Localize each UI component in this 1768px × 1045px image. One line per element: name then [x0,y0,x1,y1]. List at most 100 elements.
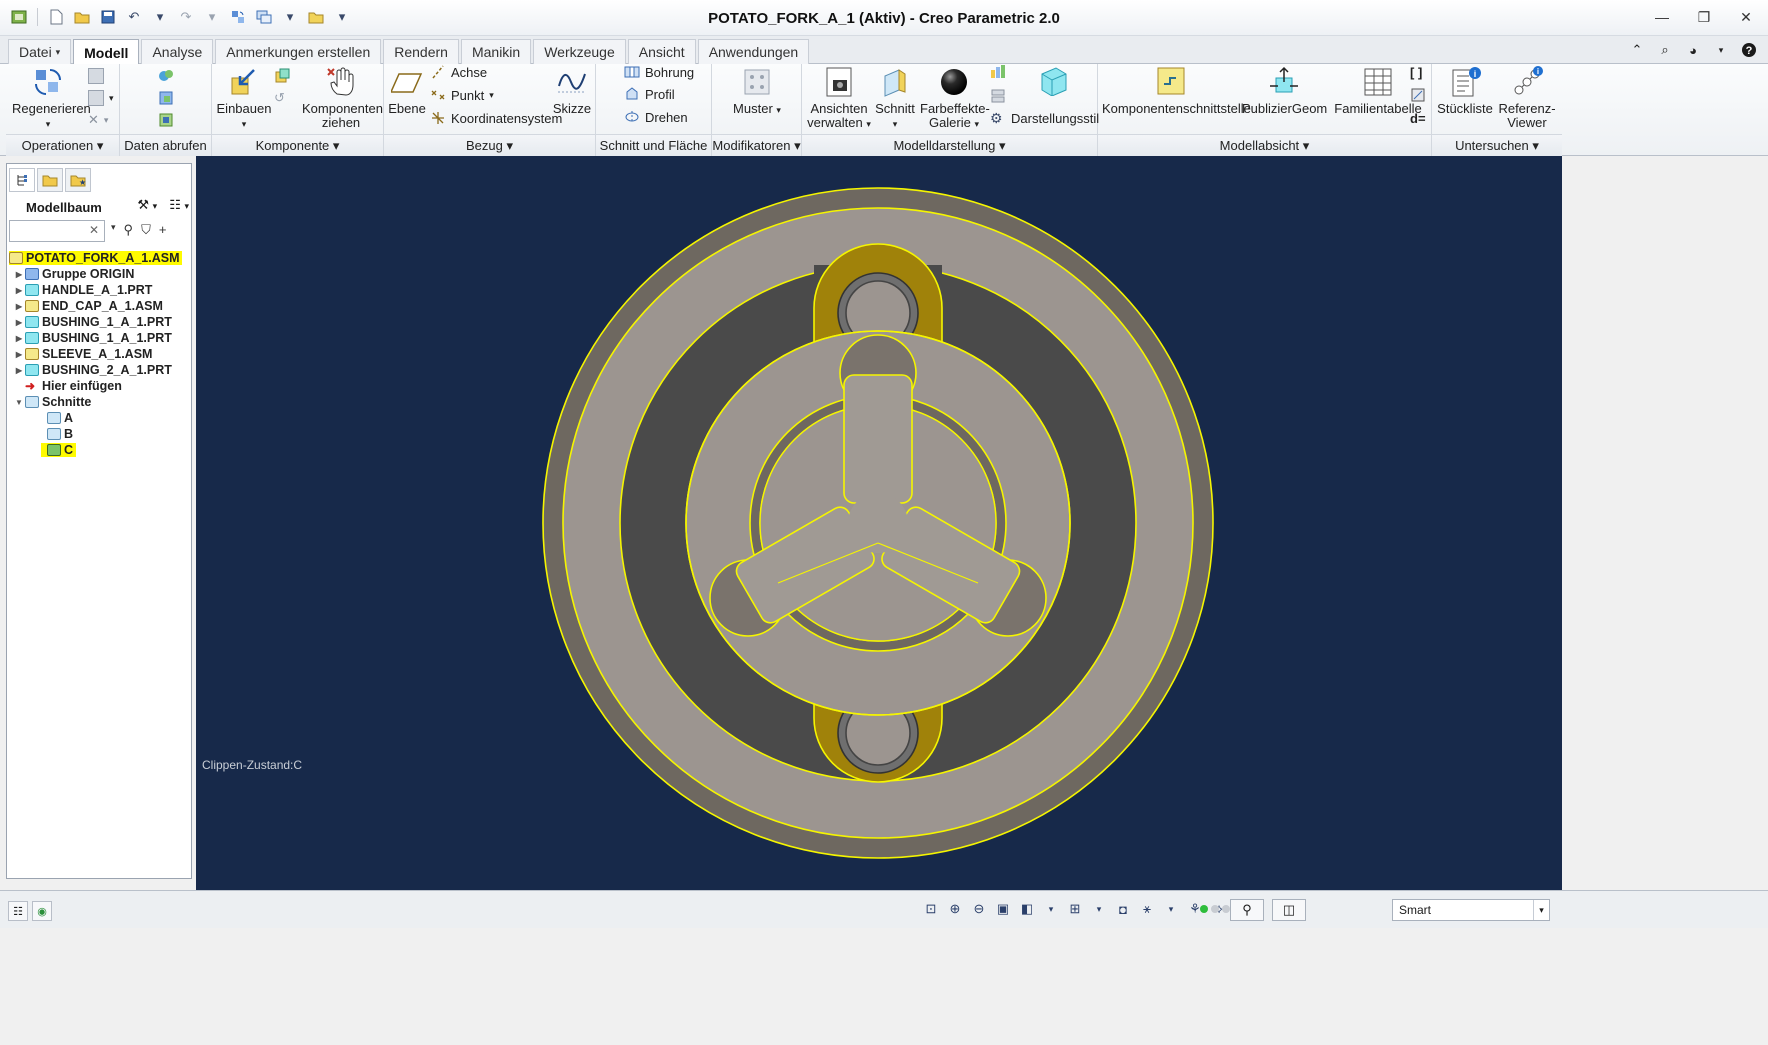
shading-cube-icon[interactable] [1034,62,1074,100]
tree-item[interactable]: ▶ Gruppe ORIGIN [7,266,193,282]
tree-item-sections[interactable]: ▼ Schnitte [7,394,193,410]
repeat-icon[interactable]: ↺ [274,88,285,108]
group-label-komponente[interactable]: Komponente ▾ [212,134,383,156]
tree-show-icon[interactable]: ☷ ▾ [169,197,189,213]
parameters-icon[interactable] [1410,85,1426,105]
model-view[interactable] [196,156,1562,890]
profil-button[interactable]: Profil [624,84,675,104]
tab-manikin[interactable]: Manikin [460,39,532,64]
datum-display-icon[interactable]: ⚹ [1138,899,1156,919]
group-label-untersuchen[interactable]: Untersuchen ▾ [1432,134,1562,156]
koordinatensystem-button[interactable]: Koordinatensystem [430,108,562,128]
datum-display-dropdown-icon[interactable]: ▾ [1162,899,1180,919]
expand-icon[interactable]: ▶ [13,302,25,311]
graphics-window[interactable]: Clippen-Zustand:C [196,156,1562,890]
selection-filter-select[interactable]: Smart ▾ [1392,899,1550,921]
community-icon[interactable]: ◕ [1684,41,1702,59]
referenz-viewer-button[interactable]: i Referenz- Viewer [1494,64,1560,130]
achse-button[interactable]: Achse [430,62,487,82]
filter-icon[interactable]: ⛉ [141,222,151,238]
komponenten-ziehen-button[interactable]: Komponenten ziehen [302,64,383,130]
tree-item-section-active[interactable]: C [7,442,193,458]
stueckliste-button[interactable]: i Stückliste [1436,64,1494,116]
group-label-daten-abrufen[interactable]: Daten abrufen ▾ [120,134,211,174]
tree-item-section[interactable]: B [7,426,193,442]
einbauen-button[interactable]: Einbauen ▾ [216,64,272,131]
expand-icon[interactable]: ▶ [13,270,25,279]
zoom-in-icon[interactable]: ⊕ [946,899,964,919]
merge-icon[interactable] [158,110,174,130]
orient-dropdown-icon[interactable]: ▾ [1042,899,1060,919]
show-navigator-icon[interactable]: ☷ [8,901,28,921]
expand-icon[interactable]: ▶ [13,334,25,343]
relations-icon[interactable]: [ ] [1410,62,1422,82]
add-column-icon[interactable]: + [159,222,167,238]
shrinkwrap-icon[interactable] [158,88,174,108]
punkt-button[interactable]: Punkt ▾ [430,85,494,105]
repaint-icon[interactable]: ▣ [994,899,1012,919]
tree-item-insert-here[interactable]: ➜ Hier einfügen [7,378,193,394]
find-binoculars-button[interactable]: ⚲ [1230,899,1264,921]
favorites-tab-icon[interactable]: ★ [65,168,91,192]
publiziergeom-button[interactable]: PublizierGeom [1242,64,1327,116]
group-label-operationen[interactable]: Operationen ▾ [6,134,119,156]
selection-box-button[interactable]: ◫ [1272,899,1306,921]
filter-dropdown-icon[interactable]: ▾ [1533,900,1549,920]
help-icon[interactable]: ? [1740,41,1758,59]
search-icon[interactable]: ⌕ [1656,41,1674,59]
saved-views-dropdown-icon[interactable]: ▾ [1090,899,1108,919]
expand-icon[interactable]: ▶ [13,286,25,295]
search-dropdown-icon[interactable]: ▾ [111,222,116,238]
switch-dimensions-icon[interactable]: d= [1410,108,1426,128]
komponentenschnittstelle-button[interactable]: Komponentenschnittstelle [1102,64,1251,116]
collapse-icon[interactable]: ▼ [13,398,25,407]
drehen-button[interactable]: Drehen [624,107,688,127]
tab-datei[interactable]: Datei ▾ [8,39,72,64]
tab-rendern[interactable]: Rendern [383,39,459,64]
expand-icon[interactable]: ▶ [13,318,25,327]
tab-ansicht[interactable]: Ansicht [627,39,696,64]
tree-item[interactable]: ▶ HANDLE_A_1.PRT [7,282,193,298]
tree-item[interactable]: ▶ END_CAP_A_1.ASM [7,298,193,314]
tab-analyse[interactable]: Analyse [141,39,214,64]
schnitt-button[interactable]: Schnitt ▾ [874,64,916,131]
folder-browser-tab-icon[interactable] [37,168,63,192]
refit-icon[interactable]: ⊡ [922,899,940,919]
delete-icon[interactable]: ✕ ▾ [88,110,108,130]
tab-modell[interactable]: Modell [73,39,140,65]
paste-icon[interactable]: ▾ [88,88,114,108]
tree-item-section[interactable]: A [7,410,193,426]
bohrung-button[interactable]: Bohrung [624,62,694,82]
tree-item[interactable]: ▶ BUSHING_1_A_1.PRT [7,330,193,346]
tree-item[interactable]: ▶ BUSHING_2_A_1.PRT [7,362,193,378]
collapse-ribbon-icon[interactable]: ⌃ [1628,41,1646,59]
tree-search-input[interactable]: ✕ [9,220,105,242]
find-binoculars-icon[interactable]: ⚲ [124,222,134,238]
create-component-icon[interactable] [274,66,290,86]
regenerieren-button[interactable]: Regenerieren ▾ [12,64,91,131]
group-label-modellabsicht[interactable]: Modellabsicht ▾ [1098,134,1431,156]
minimize-icon[interactable]: — [1650,6,1674,28]
tree-item-root[interactable]: POTATO_FORK_A_1.ASM [7,250,193,266]
group-label-modifikatoren[interactable]: Modifikatoren ▾ [712,134,801,156]
tab-werkzeuge[interactable]: Werkzeuge [533,39,626,64]
maximize-icon[interactable]: ❐ [1692,6,1716,28]
copy-icon[interactable] [88,66,104,86]
model-tree-tab-icon[interactable] [9,168,35,192]
view-manager-icon[interactable]: ◘ [1114,899,1132,919]
copy-geom-icon[interactable] [158,66,174,86]
tree-item[interactable]: ▶ BUSHING_1_A_1.PRT [7,314,193,330]
zoom-out-icon[interactable]: ⊖ [970,899,988,919]
skizze-button[interactable]: Skizze [550,64,594,116]
close-icon[interactable]: ✕ [1734,6,1758,28]
muster-button[interactable]: Muster ▾ [722,64,792,117]
clear-search-icon[interactable]: ✕ [89,223,99,237]
orient-icon[interactable]: ◧ [1018,899,1036,919]
display-style-button[interactable]: ⚙ Darstellungsstil [990,108,1099,128]
perspective-icon[interactable] [990,62,1008,82]
tree-item[interactable]: ▶ SLEEVE_A_1.ASM [7,346,193,362]
tab-anmerkungen[interactable]: Anmerkungen erstellen [215,39,382,64]
group-label-schnitt-flaeche[interactable]: Schnitt und Fläche ▾ [596,134,711,174]
ansichten-verwalten-button[interactable]: Ansichten verwalten ▾ [804,64,874,131]
expand-icon[interactable]: ▶ [13,366,25,375]
